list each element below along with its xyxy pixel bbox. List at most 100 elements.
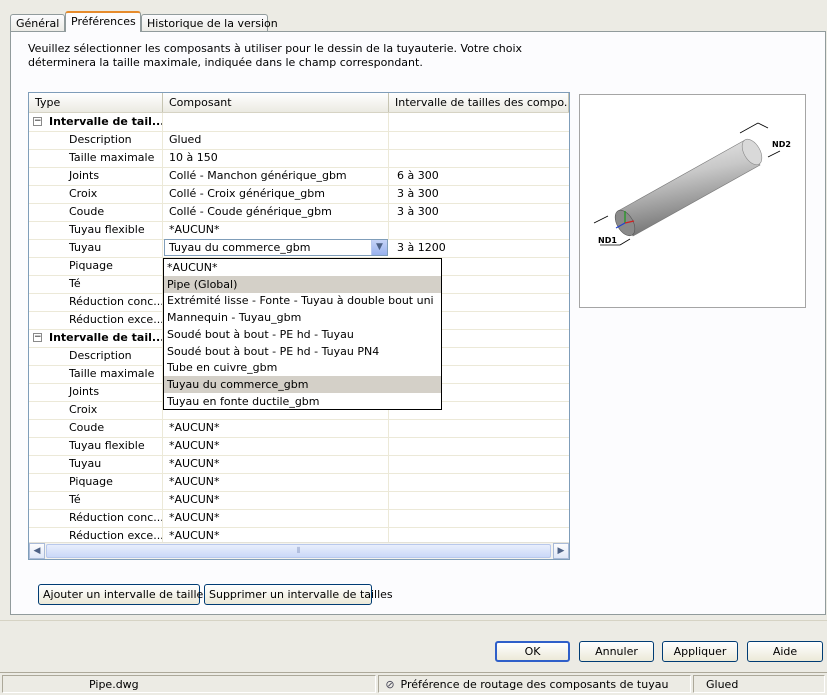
instructions-text: Veuillez sélectionner les composants à u…: [28, 42, 523, 69]
table-row[interactable]: Tuyau flexible *AUCUN*: [29, 437, 569, 456]
cell-type: Té: [29, 275, 163, 293]
cell-range: [389, 491, 569, 509]
cell-component[interactable]: *AUCUN*: [163, 455, 389, 473]
cell-range: [389, 455, 569, 473]
ok-button[interactable]: OK: [495, 641, 570, 662]
status-bar: Pipe.dwg ⊘ Préférence de routage des com…: [0, 672, 827, 695]
cell-component[interactable]: [163, 113, 389, 131]
table-row[interactable]: Tuyau *AUCUN*: [29, 455, 569, 474]
combobox-value: Tuyau du commerce_gbm: [169, 241, 311, 254]
collapse-icon[interactable]: −: [33, 117, 42, 126]
cell-range: [389, 473, 569, 491]
tab-version-history[interactable]: Historique de la version: [141, 14, 278, 31]
cell-range: [389, 131, 569, 149]
cell-component[interactable]: *AUCUN*: [163, 491, 389, 509]
separator: [0, 620, 827, 621]
dropdown-option[interactable]: Pipe (Global): [164, 275, 441, 293]
apply-button[interactable]: Appliquer: [662, 641, 738, 662]
tab-preferences[interactable]: Préférences: [65, 11, 141, 32]
dropdown-option[interactable]: Extrémité lisse - Fonte - Tuyau à double…: [164, 292, 441, 309]
nd1-label: ND1: [598, 236, 617, 245]
cell-type: Réduction conc...: [29, 509, 163, 527]
dropdown-option[interactable]: *AUCUN*: [164, 259, 441, 276]
remove-size-range-button[interactable]: Supprimer un intervalle de tailles: [204, 584, 393, 605]
chevron-down-icon[interactable]: ▼: [371, 240, 387, 255]
cell-type-label: Croix: [69, 187, 98, 200]
status-file: Pipe.dwg: [2, 675, 376, 693]
cell-range: 6 à 300: [397, 169, 439, 182]
scroll-right-button[interactable]: ▶: [553, 543, 569, 559]
table-row[interactable]: Croix Collé - Croix générique_gbm 3 à 300: [29, 185, 569, 204]
cell-type: Coude: [29, 419, 163, 437]
cell-range: 3 à 1200: [397, 241, 446, 254]
cell-type: Taille maximale: [29, 365, 163, 383]
cell-type-label: Intervalle de tail...: [49, 331, 163, 344]
cell-type: Tuyau flexible: [29, 437, 163, 455]
cell-component[interactable]: 10 à 150: [163, 149, 389, 167]
header-type[interactable]: Type: [29, 93, 163, 112]
table-row[interactable]: Réduction conc... *AUCUN*: [29, 509, 569, 528]
cell-range: [389, 149, 569, 167]
scroll-thumb[interactable]: ⦀: [46, 544, 551, 558]
dropdown-option[interactable]: Tuyau en fonte ductile_gbm: [164, 393, 441, 410]
paperclip-icon: ⊘: [385, 678, 395, 691]
cell-component[interactable]: *AUCUN*: [163, 419, 389, 437]
add-size-range-button[interactable]: Ajouter un intervalle de tailles: [38, 584, 209, 605]
cell-type-label: Joints: [69, 385, 100, 398]
cell-type: Description: [29, 131, 163, 149]
dropdown-option[interactable]: Tube en cuivre_gbm: [164, 359, 441, 376]
cell-component[interactable]: Collé - Croix générique_gbm: [163, 185, 389, 203]
group-row[interactable]: − Intervalle de tail...: [29, 113, 569, 132]
cell-type-label: Description: [69, 349, 132, 362]
cell-component[interactable]: Glued: [163, 131, 389, 149]
cell-range: [389, 113, 569, 131]
cell-component[interactable]: Collé - Manchon générique_gbm: [163, 167, 389, 185]
dropdown-option[interactable]: Mannequin - Tuyau_gbm: [164, 309, 441, 326]
tab-general-label: Général: [16, 17, 60, 30]
cell-type-label: Tuyau flexible: [69, 223, 145, 236]
help-button[interactable]: Aide: [747, 641, 823, 662]
cell-type: − Intervalle de tail...: [29, 113, 163, 131]
table-row[interactable]: Tuyau Tuyau du commerce_gbm ▼ 3 à 1200: [29, 239, 569, 258]
table-row[interactable]: Piquage *AUCUN*: [29, 473, 569, 492]
tab-preferences-label: Préférences: [71, 15, 136, 28]
cancel-button[interactable]: Annuler: [579, 641, 654, 662]
status-message-pane: ⊘ Préférence de routage des composants d…: [378, 675, 691, 693]
table-row[interactable]: Description Glued: [29, 131, 569, 150]
cell-component[interactable]: *AUCUN*: [163, 473, 389, 491]
collapse-icon[interactable]: −: [33, 333, 42, 342]
header-component[interactable]: Composant: [163, 93, 389, 112]
table-row[interactable]: Coude Collé - Coude générique_gbm 3 à 300: [29, 203, 569, 222]
pipe-preview: ND2 ND1: [579, 94, 806, 308]
scroll-left-button[interactable]: ◀: [29, 543, 45, 559]
cell-type-label: Té: [69, 493, 81, 506]
dropdown-option[interactable]: Soudé bout à bout - PE hd - Tuyau: [164, 326, 441, 343]
dropdown-option[interactable]: Soudé bout à bout - PE hd - Tuyau PN4: [164, 343, 441, 360]
horizontal-scrollbar[interactable]: ◀ ⦀ ▶: [29, 542, 569, 559]
cell-type-label: Réduction conc...: [69, 295, 163, 308]
cell-range: [389, 509, 569, 527]
table-row[interactable]: Coude *AUCUN*: [29, 419, 569, 438]
cell-type: Taille maximale: [29, 149, 163, 167]
dropdown-option[interactable]: Tuyau du commerce_gbm: [164, 375, 441, 393]
cell-type: Réduction exce...: [29, 311, 163, 329]
table-row[interactable]: Joints Collé - Manchon générique_gbm 6 à 3…: [29, 167, 569, 186]
table-row[interactable]: Té *AUCUN*: [29, 491, 569, 510]
cell-range: 3 à 300: [397, 187, 439, 200]
cell-type: Réduction conc...: [29, 293, 163, 311]
cell-component[interactable]: *AUCUN*: [163, 437, 389, 455]
cell-component[interactable]: *AUCUN*: [163, 509, 389, 527]
component-combobox[interactable]: Tuyau du commerce_gbm ▼: [164, 239, 388, 256]
cell-component[interactable]: *AUCUN*: [163, 221, 389, 239]
cell-component[interactable]: Collé - Coude générique_gbm: [163, 203, 389, 221]
table-row[interactable]: Tuyau flexible *AUCUN*: [29, 221, 569, 240]
cell-type-label: Piquage: [69, 259, 113, 272]
cell-type-label: Taille maximale: [69, 151, 155, 164]
cell-type: Joints: [29, 167, 163, 185]
tab-general[interactable]: Général: [10, 14, 65, 31]
cell-type-label: Té: [69, 277, 81, 290]
cell-range: [389, 221, 569, 239]
component-dropdown-list[interactable]: *AUCUN* Pipe (Global) Extrémité lisse - Fo…: [163, 258, 442, 410]
table-row[interactable]: Taille maximale 10 à 150: [29, 149, 569, 168]
header-range[interactable]: Intervalle de tailles des compo...: [389, 93, 569, 112]
